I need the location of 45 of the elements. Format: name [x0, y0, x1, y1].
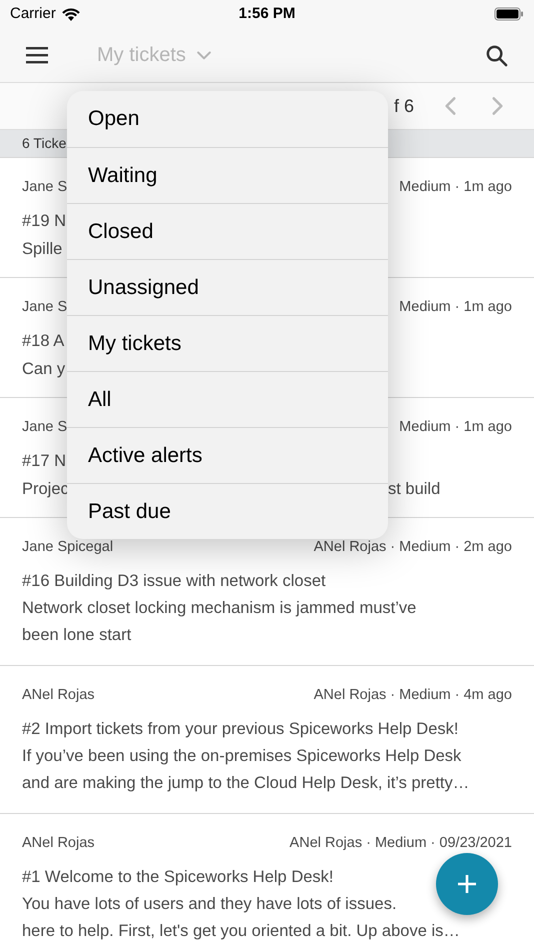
ticket-description: Projec: [21, 478, 67, 500]
ticket-title: #1 Welcome to the Spiceworks Help Desk!: [22, 867, 334, 888]
ticket-description: here to help. First, let's get you oriented a bit. Up above is…: [22, 921, 460, 942]
ticket-description: Spille: [21, 238, 64, 260]
requester-name: ANel Rojas: [22, 686, 95, 705]
battery-icon: [494, 7, 524, 21]
ticket-description: You have lots of users and they have lots of issues.: [22, 894, 397, 915]
menu-item[interactable]: Past due: [67, 483, 388, 539]
menu-icon[interactable]: [26, 46, 48, 64]
ticket-description: If you’ve been using the on-premises Spiceworks Help Desk: [22, 746, 462, 767]
ticket-meta: ANel Rojas · Medium · 09/23/2021: [290, 834, 512, 853]
ticket-meta: Medium · 1m ago: [399, 298, 513, 317]
ticket-meta: ANel Rojas · Medium · 2m ago: [314, 538, 512, 557]
carrier-name: Carrier: [10, 4, 56, 24]
ticket-meta: Medium · 1m ago: [399, 418, 513, 437]
requester-name: Jane S: [21, 298, 67, 317]
ticket-description: and are making the jump to the Cloud Help Desk, it’s pretty…: [22, 773, 470, 794]
ticket-description: st build: [388, 478, 440, 500]
ticket-description: Network closet locking mechanism is jammed must’ve: [22, 598, 416, 619]
menu-item[interactable]: Unassigned: [67, 259, 388, 315]
menu-item[interactable]: Waiting: [67, 147, 388, 203]
requester-name: Jane S: [21, 418, 67, 437]
menu-item[interactable]: All: [67, 371, 388, 427]
ticket-title: #18 A: [21, 331, 66, 352]
ticket-title: #19 N: [21, 211, 67, 232]
ticket-description: Can y: [21, 358, 66, 380]
requester-name: ANel Rojas: [22, 834, 95, 853]
plus-icon: [457, 874, 477, 894]
menu-item[interactable]: Active alerts: [67, 427, 388, 483]
ticket-title: #16 Building D3 issue with network closet: [22, 571, 326, 592]
wifi-icon: [60, 6, 81, 22]
search-icon[interactable]: [485, 44, 508, 66]
ticket-title: #2 Import tickets from your previous Spiceworks Help Desk!: [22, 719, 458, 740]
ticket-meta: ANel Rojas · Medium · 4m ago: [314, 686, 512, 705]
ticket-title: #17 N: [21, 451, 67, 472]
clock-time: 1:56 PM: [238, 4, 296, 24]
requester-name: Jane S: [21, 178, 67, 197]
requester-name: Jane Spicegal: [22, 538, 114, 557]
ticket-meta: Medium · 1m ago: [399, 178, 513, 197]
page-indicator: f 6: [394, 94, 414, 118]
menu-item[interactable]: My tickets: [67, 315, 388, 371]
ticket-count: 6 Ticke: [22, 134, 66, 153]
menu-item[interactable]: Open: [67, 91, 388, 147]
menu-item[interactable]: Closed: [67, 203, 388, 259]
ticket-description: been lone start: [22, 625, 132, 646]
